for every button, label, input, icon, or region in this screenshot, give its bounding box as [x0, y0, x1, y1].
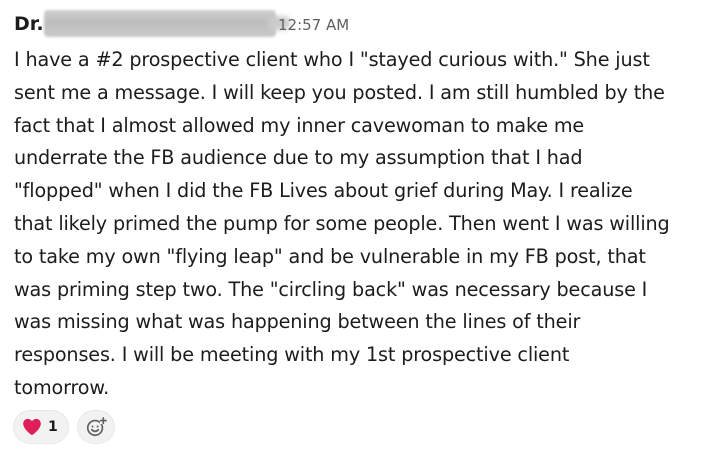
- reaction-count: 1: [48, 419, 58, 435]
- reactions-bar: 1: [13, 410, 115, 444]
- message-line: I have a #2 prospective client who I "st…: [14, 48, 650, 71]
- message-timestamp[interactable]: 12:57 AM: [278, 14, 349, 36]
- message-line: tomorrow.: [14, 375, 110, 399]
- message-line: responses. I will be meeting with my 1st…: [14, 343, 570, 367]
- heart-icon: [23, 418, 41, 436]
- add-reaction-icon: [86, 417, 107, 437]
- message-line: was priming step two. The "circling back…: [14, 277, 648, 301]
- message-line: underrate the FB audience due to my assu…: [14, 146, 583, 170]
- message-body: I have a #2 prospective client who I "st…: [14, 44, 685, 405]
- message-header: Dr. 12:57 AM: [14, 10, 685, 38]
- message-line: fact that I almost allowed my inner cave…: [14, 113, 585, 137]
- message-line: to take my own "flying leap" and be vuln…: [14, 244, 646, 268]
- message-line: was missing what was happening between t…: [14, 310, 581, 334]
- message-line: "flopped" when I did the FB Lives about …: [14, 179, 633, 203]
- add-reaction-button[interactable]: [76, 410, 115, 444]
- redacted-author-name: [44, 10, 276, 37]
- author-name[interactable]: Dr.: [14, 11, 44, 37]
- chat-message: Dr. 12:57 AM I have a #2 prospective cli…: [0, 0, 701, 454]
- message-line: sent me a message. I will keep you poste…: [14, 80, 665, 104]
- message-line: that likely primed the pump for some peo…: [14, 211, 670, 235]
- heart-reaction-button[interactable]: 1: [13, 410, 69, 444]
